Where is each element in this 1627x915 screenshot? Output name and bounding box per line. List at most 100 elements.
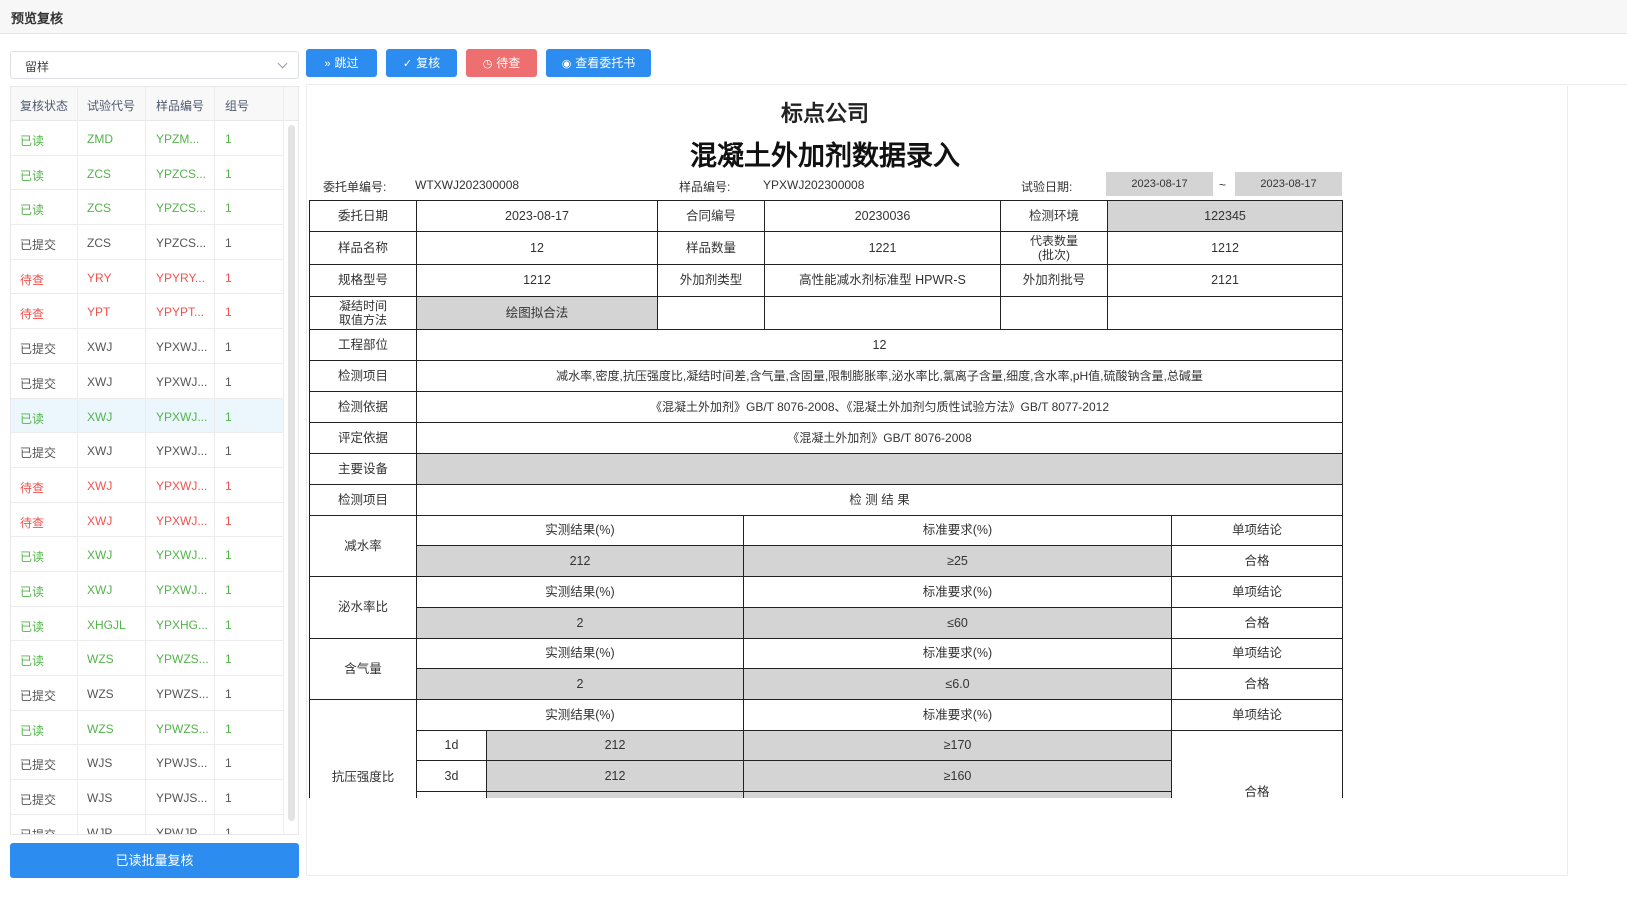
test-date-label: 试验日期: [1021,180,1073,194]
strength-1d-standard: ≥170 [744,731,1172,761]
col-header-status[interactable]: 复核状态 [20,97,68,114]
entrust-date-label: 委托日期 [310,201,417,232]
col-header-code[interactable]: 试验代号 [87,97,135,114]
eval-basis-label: 评定依据 [310,423,417,454]
row-sample-no: YPXWJ... [156,478,208,493]
empty-cell [1108,297,1343,330]
admix-type-value[interactable]: 高性能减水剂标准型 HPWR-S [765,265,1001,297]
list-row[interactable]: 已读 WZS YPWZS... 1 [11,641,283,676]
list-row[interactable]: 已读 ZCS YPZCS... 1 [11,190,283,226]
pending-button[interactable]: ◷ 待查 [466,49,537,77]
list-row[interactable]: 已读 XWJ YPXWJ... 1 [11,537,283,572]
row-status: 已读 [20,723,45,738]
test-items-value[interactable]: 减水率,密度,抗压强度比,凝结时间差,含气量,含固量,限制膨胀率,泌水率比,氯离… [417,361,1343,392]
rep-qty-value[interactable]: 1212 [1108,232,1343,265]
water-reduction-measured[interactable]: 212 [417,546,744,577]
list-row[interactable]: 已读 WZS YPWZS... 1 [11,711,283,746]
row-status: 已提交 [20,827,57,835]
entrust-date-value[interactable]: 2023-08-17 [417,201,658,232]
list-row[interactable]: 已读 XWJ YPXWJ... 1 [11,572,283,607]
setting-method-value[interactable]: 绘图拟合法 [417,297,658,330]
row-status: 已提交 [20,342,57,357]
col-header-group[interactable]: 组号 [225,97,249,114]
list-row[interactable]: 已读 ZMD YPZM... 1 [11,121,283,156]
row-sample-no: YPWJP... [156,825,206,835]
skip-button[interactable]: » 跳过 [306,49,377,77]
list-row[interactable]: 已提交 ZCS YPZCS... 1 [11,225,283,260]
row-sample-no: YPZM... [156,132,200,146]
conclusion-header: 单项结论 [1172,516,1343,546]
status-filter-select[interactable]: 留样 [10,51,299,79]
measured-header: 实测结果(%) [417,577,744,608]
contract-value[interactable]: 20230036 [765,201,1001,232]
list-row[interactable]: 已读 ZCS YPZCS... 1 [11,156,283,191]
batch-review-button[interactable]: 已读批量复核 [10,843,299,878]
setting-method-label: 凝结时间 取值方法 [310,297,417,330]
strength-3d-measured[interactable]: 212 [487,761,744,792]
view-letter-button[interactable]: ◉ 查看委托书 [546,49,651,77]
list-row[interactable]: 已提交 XWJ YPXWJ... 1 [11,329,283,364]
sample-name-value[interactable]: 12 [417,232,658,265]
list-row[interactable]: 待查 XWJ YPXWJ... 1 [11,468,283,503]
empty-cell [1001,297,1108,330]
list-row[interactable]: 待查 YRY YPYRY... 1 [11,260,283,295]
row-status: 已读 [20,411,45,426]
strength-1d-measured[interactable]: 212 [487,731,744,761]
equipment-value[interactable] [417,454,1343,485]
spec-value[interactable]: 1212 [417,265,658,297]
row-status: 已读 [20,550,45,565]
row-group: 1 [225,756,232,771]
test-basis-label: 检测依据 [310,392,417,423]
list-row[interactable]: 已提交 WJS YPWJS... 1 [11,745,283,781]
bleeding-measured[interactable]: 2 [417,608,744,639]
review-button[interactable]: ✓ 复核 [386,49,457,77]
project-part-value[interactable]: 12 [417,330,1343,361]
order-no-label: 委托单编号: [323,180,387,194]
row-group: 1 [225,687,232,701]
empty-cell [658,297,765,330]
row-group: 1 [225,166,232,181]
row-status: 待查 [20,480,45,495]
row-test-code: ZCS [87,166,111,181]
air-content-measured[interactable]: 2 [417,669,744,700]
row-sample-no: YPXHG... [156,617,209,632]
list-row[interactable]: 待查 YPT YPYPT... 1 [11,294,283,330]
list-row[interactable]: 已提交 WZS YPWZS... 1 [11,676,283,711]
env-value[interactable]: 122345 [1108,201,1343,232]
list-row[interactable]: 已读 XWJ YPXWJ... 1 [11,398,283,434]
admix-batch-label: 外加剂批号 [1001,265,1108,297]
sample-name-label: 样品名称 [310,232,417,265]
eval-basis-value[interactable]: 《混凝土外加剂》GB/T 8076-2008 [417,423,1343,454]
row-group: 1 [225,652,232,667]
row-status: 已读 [20,134,45,148]
row-group: 1 [225,825,232,835]
row-test-code: WZS [87,652,114,667]
strength-3d-label: 3d [417,761,487,792]
test-basis-value[interactable]: 《混凝土外加剂》GB/T 8076-2008、《混凝土外加剂匀质性试验方法》GB… [417,392,1343,423]
row-status: 待查 [20,272,45,287]
sample-qty-label: 样品数量 [658,232,765,265]
row-status: 已提交 [20,793,57,808]
list-row[interactable]: 已提交 WJS YPWJS... 1 [11,780,283,815]
row-sample-no: YPXWJ... [156,409,208,424]
strength-next-measured[interactable] [487,792,744,798]
admix-batch-value[interactable]: 2121 [1108,265,1343,297]
list-row[interactable]: 已提交 XWJ YPXWJ... 1 [11,433,283,468]
list-row[interactable]: 已提交 XWJ YPXWJ... 1 [11,364,283,399]
sample-qty-value[interactable]: 1221 [765,232,1001,265]
list-scrollbar[interactable] [288,125,295,821]
date-to-input[interactable]: 2023-08-17 [1235,172,1342,196]
sample-no-value: YPXWJ202300008 [763,178,865,192]
col-header-sample[interactable]: 样品编号 [156,97,204,114]
company-name: 标点公司 [780,101,869,126]
sample-list-body: 已读 ZMD YPZM... 1 已读 ZCS YPZCS... 1 已读 ZCS YPZCS...… [11,121,283,835]
date-from-input[interactable]: 2023-08-17 [1106,172,1213,196]
strength-conclusion: 合格 [1172,731,1343,798]
row-test-code: XWJ [87,478,113,493]
row-sample-no: YPXWJ... [156,548,208,563]
list-row[interactable]: 已提交 WJP YPWJP... 1 [11,815,283,835]
strength-3d-standard: ≥160 [744,761,1172,792]
page-title: 预览复核 [11,11,64,26]
list-row[interactable]: 已读 XHGJL YPXHG... 1 [11,607,283,642]
list-row[interactable]: 待查 XWJ YPXWJ... 1 [11,503,283,538]
